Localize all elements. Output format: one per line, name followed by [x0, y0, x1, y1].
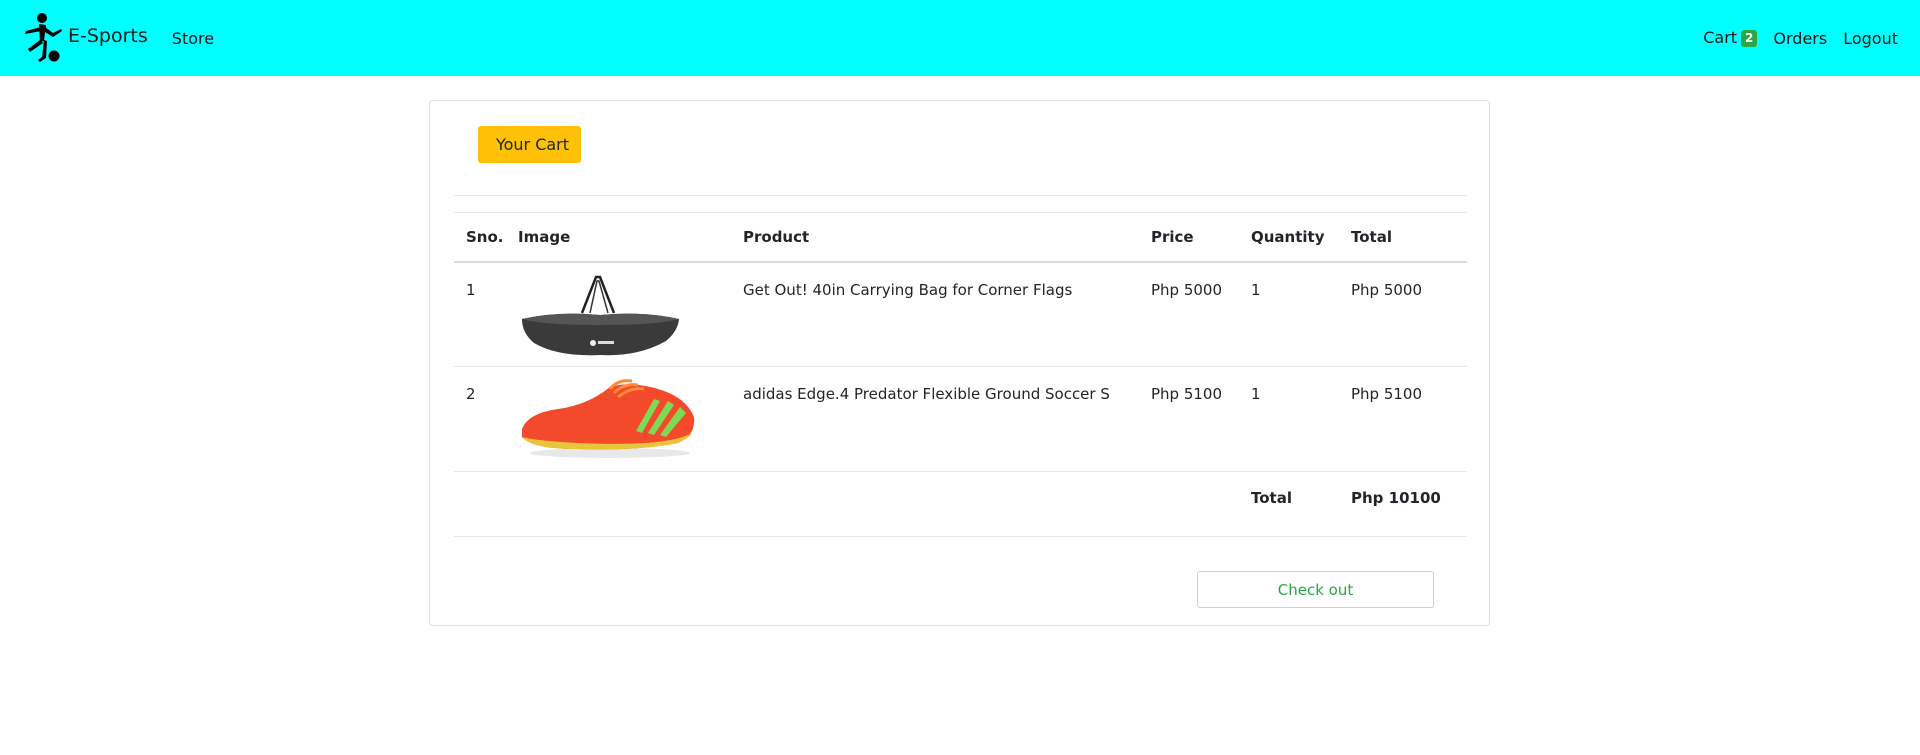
empty-cell	[454, 471, 518, 537]
checkout-button[interactable]: Check out	[1197, 571, 1434, 608]
bag-image	[522, 275, 679, 355]
cell-image	[518, 366, 743, 472]
empty-cell	[518, 471, 743, 537]
header-total: Total	[1351, 212, 1467, 263]
nav-cart-link[interactable]: Cart 2	[1703, 28, 1758, 48]
header-quantity: Quantity	[1251, 212, 1351, 263]
cell-product: Get Out! 40in Carrying Bag for Corner Fl…	[743, 261, 1151, 367]
table-header-row: Sno. Image Product Price Quantity Total	[454, 212, 1467, 263]
table-row: 2 adidas Edge.4 Predator Flexible Ground…	[454, 366, 1467, 472]
cart-count-badge: 2	[1741, 30, 1758, 47]
cell-product: adidas Edge.4 Predator Flexible Ground S…	[743, 366, 1151, 472]
navbar: E-Sports Store Cart 2 Orders Logout	[0, 0, 1920, 76]
cell-quantity: 1	[1251, 261, 1351, 367]
brand-name: E-Sports	[68, 25, 148, 47]
header-sno: Sno.	[454, 212, 518, 263]
cell-quantity: 1	[1251, 366, 1351, 472]
total-value: Php 10100	[1351, 471, 1467, 537]
cell-total: Php 5100	[1351, 366, 1467, 472]
nav-cart-label: Cart	[1703, 28, 1738, 47]
cell-price: Php 5000	[1151, 261, 1251, 367]
header-price: Price	[1151, 212, 1251, 263]
your-cart-button[interactable]: Your Cart	[478, 126, 581, 163]
empty-cell	[743, 471, 1151, 537]
total-label: Total	[1251, 471, 1351, 537]
cell-sno: 1	[454, 261, 518, 367]
cell-image	[518, 261, 743, 367]
cart-table: Sno. Image Product Price Quantity Total …	[454, 212, 1467, 537]
header-product: Product	[743, 212, 1151, 263]
cell-sno: 2	[454, 366, 518, 472]
nav-store-link[interactable]: Store	[172, 29, 214, 48]
cell-price: Php 5100	[1151, 366, 1251, 472]
nav-logout-link[interactable]: Logout	[1843, 29, 1898, 48]
cart-card: Your Cart Sno. Image Product Price Quant…	[429, 100, 1490, 626]
total-row: Total Php 10100	[454, 471, 1467, 537]
nav-orders-link[interactable]: Orders	[1773, 29, 1827, 48]
cell-total: Php 5000	[1351, 261, 1467, 367]
divider	[454, 195, 1467, 196]
soccer-player-logo-icon	[25, 13, 62, 62]
brand-link[interactable]: E-Sports	[20, 11, 148, 65]
header-image: Image	[518, 212, 743, 263]
soccer-shoe-image	[522, 379, 695, 458]
table-row: 1 Get Out! 40in Carrying Bag for Corner …	[454, 261, 1467, 367]
empty-cell	[1151, 471, 1251, 537]
